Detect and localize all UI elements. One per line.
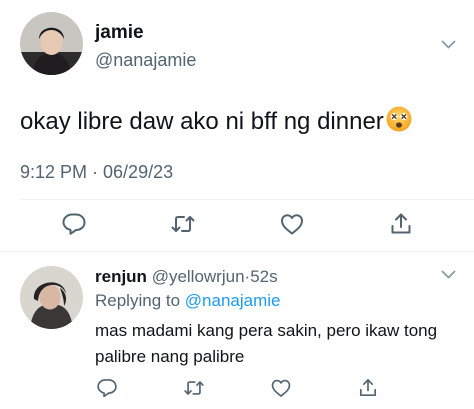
divider xyxy=(0,251,474,252)
author-name[interactable]: jamie xyxy=(95,22,144,44)
reply-author-avatar[interactable] xyxy=(20,266,83,329)
chevron-down-icon[interactable] xyxy=(441,270,456,279)
tweet-text-body: okay libre daw ako ni bff ng dinner xyxy=(20,108,384,135)
reply-author-handle[interactable]: @yellowrjun xyxy=(152,267,245,286)
like-icon[interactable] xyxy=(270,377,292,399)
reply-timestamp[interactable]: 52s xyxy=(250,267,277,286)
like-icon[interactable] xyxy=(279,211,305,237)
reply-text: mas madami kang pera sakin, pero ikaw to… xyxy=(95,321,438,366)
author-avatar[interactable] xyxy=(20,12,83,75)
replying-to-handle-link[interactable]: @nanajamie xyxy=(185,291,281,310)
replying-to-label: Replying to xyxy=(95,291,181,310)
reply-header: renjun @yellowrjun·52s xyxy=(95,266,278,287)
author-handle[interactable]: @nanajamie xyxy=(95,49,196,71)
avatar-photo xyxy=(20,12,83,75)
share-icon[interactable] xyxy=(357,377,379,399)
retweet-icon[interactable] xyxy=(170,211,196,237)
chevron-down-icon[interactable] xyxy=(441,40,456,49)
tweet-text: okay libre daw ako ni bff ng dinner xyxy=(20,105,413,137)
replying-to: Replying to @nanajamie xyxy=(95,290,281,311)
dizzy-face-emoji-icon xyxy=(385,105,413,133)
retweet-icon[interactable] xyxy=(183,377,205,399)
share-icon[interactable] xyxy=(388,211,414,237)
reply-icon[interactable] xyxy=(61,211,87,237)
divider xyxy=(20,199,474,200)
reply-author-name[interactable]: renjun xyxy=(95,267,147,286)
tweet-timestamp[interactable]: 9:12 PM · 06/29/23 xyxy=(20,161,173,183)
reply-icon[interactable] xyxy=(96,377,118,399)
avatar-photo xyxy=(20,266,83,329)
